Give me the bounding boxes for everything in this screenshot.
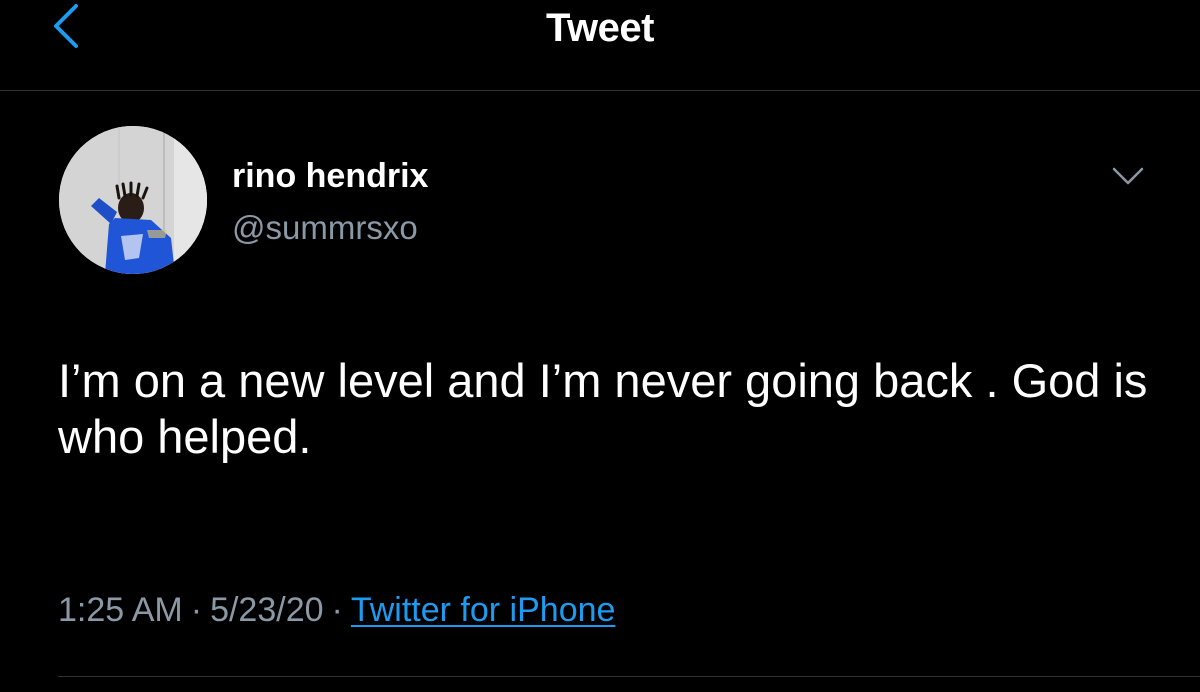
- tweet-options-button[interactable]: [1110, 163, 1146, 189]
- tweet-source-link[interactable]: Twitter for iPhone: [351, 591, 616, 629]
- author-display-name[interactable]: rino hendrix: [232, 157, 428, 196]
- tweet-detail: rino hendrix @summrsxo I’m on a new leve…: [0, 91, 1200, 692]
- top-nav-bar: Tweet: [0, 0, 1200, 91]
- author-handle[interactable]: @summrsxo: [232, 209, 418, 247]
- avatar-photo: [59, 126, 207, 274]
- tweet-metadata: 1:25 AM · 5/23/20 · Twitter for iPhone: [58, 591, 615, 630]
- page-title: Tweet: [546, 6, 654, 50]
- meta-separator: ·: [190, 591, 203, 629]
- avatar[interactable]: [59, 126, 207, 274]
- tweet-time: 1:25 AM: [58, 591, 183, 629]
- tweet-date: 5/23/20: [210, 591, 324, 629]
- tweet-text: I’m on a new level and I’m never going b…: [58, 354, 1148, 463]
- meta-separator: ·: [331, 591, 343, 629]
- chevron-down-icon: [1112, 167, 1144, 185]
- divider: [58, 676, 1200, 677]
